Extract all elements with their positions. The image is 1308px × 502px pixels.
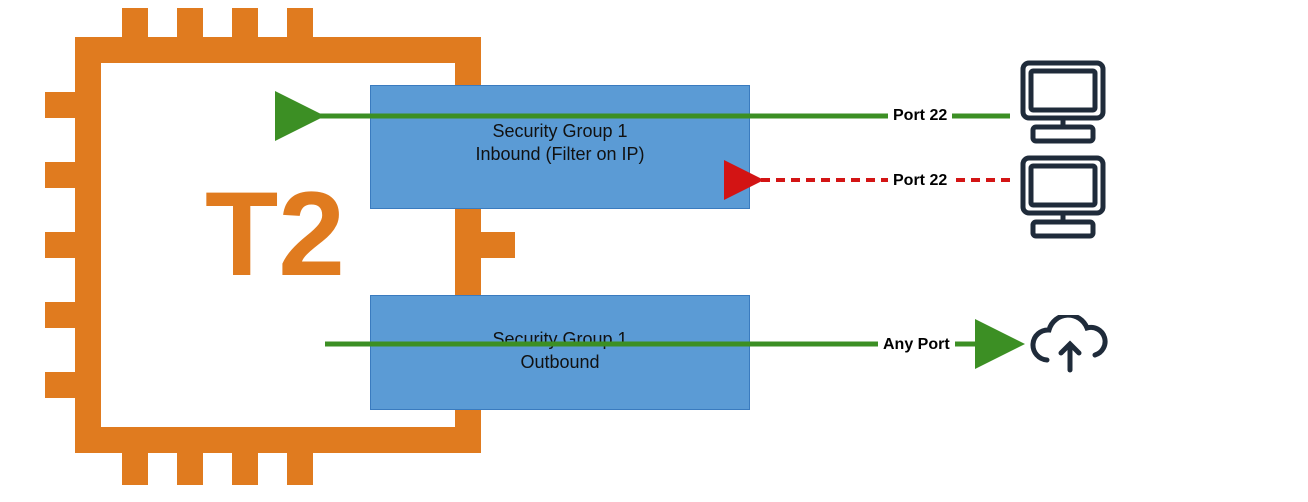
- port-label-denied: Port 22: [888, 170, 952, 192]
- computer-icon: [1015, 150, 1115, 245]
- sg-inbound-subtitle: Inbound (Filter on IP): [371, 143, 749, 166]
- sg-inbound-title: Security Group 1: [371, 120, 749, 143]
- computer-icon: [1015, 55, 1115, 150]
- sg-inbound-box: Security Group 1 Inbound (Filter on IP): [370, 85, 750, 209]
- port-label-allowed: Port 22: [888, 105, 952, 127]
- instance-type-label: T2: [205, 167, 345, 301]
- port-label-outbound: Any Port: [878, 334, 955, 356]
- diagram-stage: T2 Security Group 1 Inbound (Filter on I…: [0, 0, 1308, 502]
- cpu-chip-icon: T2: [0, 0, 1308, 502]
- sg-outbound-title: Security Group 1: [371, 328, 749, 351]
- cloud-icon: [1025, 315, 1115, 380]
- sg-outbound-box: Security Group 1 Outbound: [370, 295, 750, 410]
- sg-outbound-subtitle: Outbound: [371, 351, 749, 374]
